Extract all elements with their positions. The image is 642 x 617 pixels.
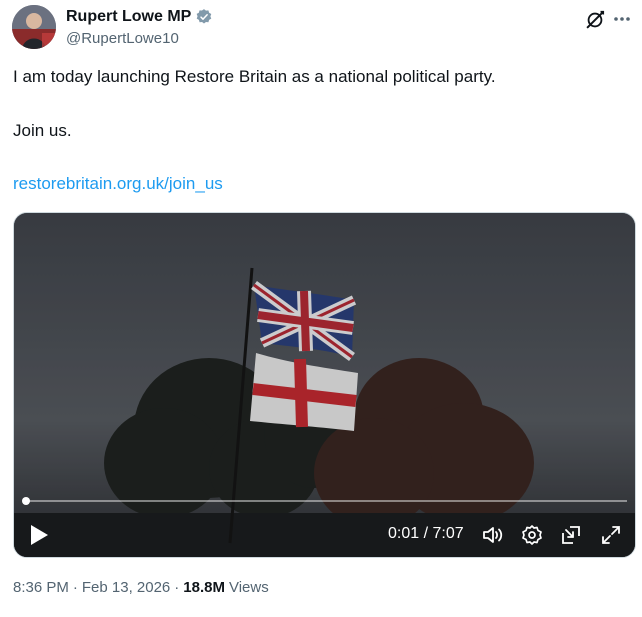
volume-icon[interactable] <box>481 523 505 547</box>
tweet-header: Rupert Lowe MP @RupertLowe10 <box>12 5 632 55</box>
video-time: 0:01 / 7:07 <box>388 525 464 542</box>
play-icon[interactable] <box>28 523 50 547</box>
video-player[interactable]: 0:01 / 7:07 <box>13 212 636 558</box>
settings-icon[interactable] <box>520 523 544 547</box>
tweet-date[interactable]: Feb 13, 2026 <box>82 579 170 596</box>
name-row: Rupert Lowe MP <box>66 8 213 26</box>
grok-icon[interactable] <box>584 9 606 31</box>
tweet-link[interactable]: restorebritain.org.uk/join_us <box>13 174 223 194</box>
progress-knob[interactable] <box>21 497 30 505</box>
more-options-icon[interactable] <box>612 9 632 29</box>
meta-separator: · <box>174 579 180 596</box>
views-count: 18.8M <box>183 579 225 596</box>
verified-badge-icon <box>195 8 213 26</box>
meta-separator: · <box>72 579 78 596</box>
tweet-text-line-1: I am today launching Restore Britain as … <box>13 67 496 86</box>
video-frame <box>14 213 635 557</box>
tweet-meta: 8:36 PM · Feb 13, 2026 · 18.8M Views <box>13 579 269 596</box>
tweet-text-line-2: Join us. <box>13 121 72 140</box>
views-label: Views <box>228 579 269 596</box>
avatar[interactable] <box>12 5 56 49</box>
author-handle[interactable]: @RupertLowe10 <box>66 30 179 47</box>
progress-bar[interactable] <box>21 497 627 505</box>
pip-icon[interactable] <box>559 523 583 547</box>
display-name[interactable]: Rupert Lowe MP <box>66 8 191 26</box>
tweet-time[interactable]: 8:36 PM <box>13 579 69 596</box>
fullscreen-icon[interactable] <box>599 523 623 547</box>
